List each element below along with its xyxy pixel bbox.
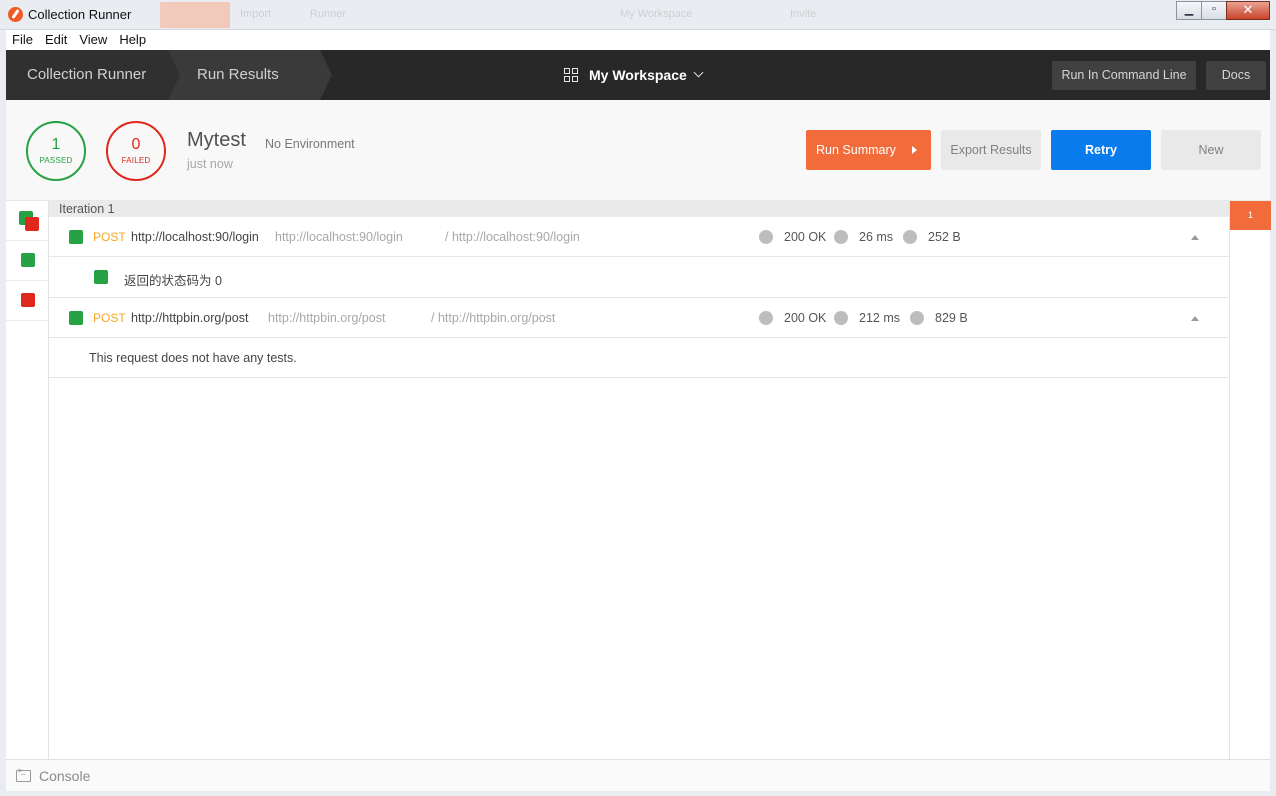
workspace-grid-icon (564, 68, 578, 82)
run-in-command-line-button[interactable]: Run In Command Line (1052, 61, 1196, 90)
rail-iteration-status[interactable] (6, 201, 48, 241)
rail-filter-passed[interactable] (6, 241, 48, 281)
pass-square-icon (69, 230, 83, 244)
time-dot-icon (834, 311, 848, 325)
pass-square-icon (69, 311, 83, 325)
request-name: http://localhost:90/login (131, 230, 259, 244)
response-size: 829 B (935, 311, 968, 325)
window-controls: ▁ ▫ ✕ (1176, 1, 1270, 20)
response-time: 212 ms (859, 311, 900, 325)
run-summary-label: Run Summary (816, 143, 896, 157)
workspace-name: My Workspace (589, 67, 687, 83)
response-time: 26 ms (859, 230, 894, 244)
window-frame-bottom (0, 791, 1276, 796)
workspace-switcher[interactable]: My Workspace (564, 50, 704, 100)
collapse-caret-icon[interactable] (1191, 235, 1199, 240)
iteration-header: Iteration 1 (49, 201, 1229, 217)
request-row[interactable]: POST http://httpbin.org/post http://http… (49, 298, 1229, 338)
request-url: http://localhost:90/login (275, 230, 403, 244)
menu-file[interactable]: File (6, 30, 39, 50)
request-row[interactable]: POST http://localhost:90/login http://lo… (49, 217, 1229, 257)
status-footer: Console (6, 759, 1270, 791)
minimize-icon: ▁ (1184, 4, 1194, 16)
menu-bar: File Edit View Help (6, 30, 1270, 50)
runner-header: Collection Runner Run Results My Workspa… (6, 50, 1270, 100)
passed-count-badge[interactable]: 1 PASSED (26, 121, 86, 181)
no-tests-row: This request does not have any tests. (49, 338, 1229, 378)
background-window-toolbar: Import Runner My Workspace Invite (150, 0, 1170, 30)
window-title: Collection Runner (28, 7, 132, 22)
passed-label: PASSED (39, 156, 73, 165)
fail-square-icon (25, 217, 39, 231)
results-panel: Iteration 1 POST http://localhost:90/log… (49, 201, 1229, 759)
collapse-caret-icon[interactable] (1191, 316, 1199, 321)
request-method: POST (93, 230, 126, 244)
pass-square-icon (21, 253, 35, 267)
status-dot-icon (759, 311, 773, 325)
menu-help[interactable]: Help (113, 30, 152, 50)
test-name: 返回的状态码为 0 (124, 274, 222, 288)
iteration-badge[interactable]: 1 (1230, 201, 1271, 230)
breadcrumb-run-results[interactable]: Run Results (168, 50, 320, 100)
ghost-workspace: My Workspace (620, 8, 693, 20)
fail-square-icon (21, 293, 35, 307)
window-titlebar: Collection Runner Import Runner My Works… (0, 0, 1276, 30)
request-name: http://httpbin.org/post (131, 311, 249, 325)
minimize-button[interactable]: ▁ (1176, 1, 1202, 20)
chevron-down-icon (693, 67, 704, 77)
no-tests-message: This request does not have any tests. (89, 351, 297, 365)
run-summary-bar: 1 PASSED 0 FAILED Mytest No Environment … (6, 100, 1270, 201)
breadcrumb-separator (168, 50, 180, 100)
ghost-runner: Runner (310, 8, 347, 20)
close-icon: ✕ (1242, 2, 1254, 17)
passed-count: 1 (51, 136, 61, 153)
retry-button[interactable]: Retry (1051, 130, 1151, 170)
failed-label: FAILED (121, 156, 151, 165)
caret-right-icon (912, 146, 917, 154)
console-toggle[interactable]: Console (39, 768, 90, 784)
request-url: http://httpbin.org/post (268, 311, 386, 325)
breadcrumb-collection-runner[interactable]: Collection Runner (6, 50, 171, 100)
iteration-rail: 1 (1229, 201, 1271, 759)
window-frame-right (1270, 30, 1276, 796)
size-dot-icon (910, 311, 924, 325)
response-status: 200 OK (784, 311, 827, 325)
environment-label: No Environment (265, 137, 355, 151)
breadcrumb-separator (320, 50, 332, 100)
rail-filter-failed[interactable] (6, 281, 48, 321)
maximize-button[interactable]: ▫ (1201, 1, 1227, 20)
size-dot-icon (903, 230, 917, 244)
maximize-icon: ▫ (1212, 3, 1216, 15)
status-dot-icon (759, 230, 773, 244)
response-status: 200 OK (784, 230, 827, 244)
pass-square-icon (94, 270, 108, 284)
request-method: POST (93, 311, 126, 325)
docs-button[interactable]: Docs (1206, 61, 1266, 90)
console-icon[interactable] (16, 768, 31, 782)
close-button[interactable]: ✕ (1226, 1, 1270, 20)
postman-logo-icon (8, 7, 23, 22)
menu-edit[interactable]: Edit (39, 30, 73, 50)
test-result-row: 返回的状态码为 0 (49, 257, 1229, 298)
failed-count-badge[interactable]: 0 FAILED (106, 121, 166, 181)
run-summary-button[interactable]: Run Summary (806, 130, 931, 170)
ghost-new-button (160, 2, 230, 28)
request-path: / http://httpbin.org/post (431, 311, 556, 325)
run-timestamp: just now (187, 157, 233, 171)
export-results-button[interactable]: Export Results (941, 130, 1041, 170)
request-path: / http://localhost:90/login (445, 230, 580, 244)
collection-name: Mytest (187, 129, 246, 151)
ghost-import: Import (240, 8, 272, 20)
menu-view[interactable]: View (73, 30, 113, 50)
response-size: 252 B (928, 230, 961, 244)
time-dot-icon (834, 230, 848, 244)
ghost-invite: Invite (790, 8, 817, 20)
failed-count: 0 (131, 136, 141, 153)
iteration-status-rail (6, 201, 49, 759)
new-button[interactable]: New (1161, 130, 1261, 170)
